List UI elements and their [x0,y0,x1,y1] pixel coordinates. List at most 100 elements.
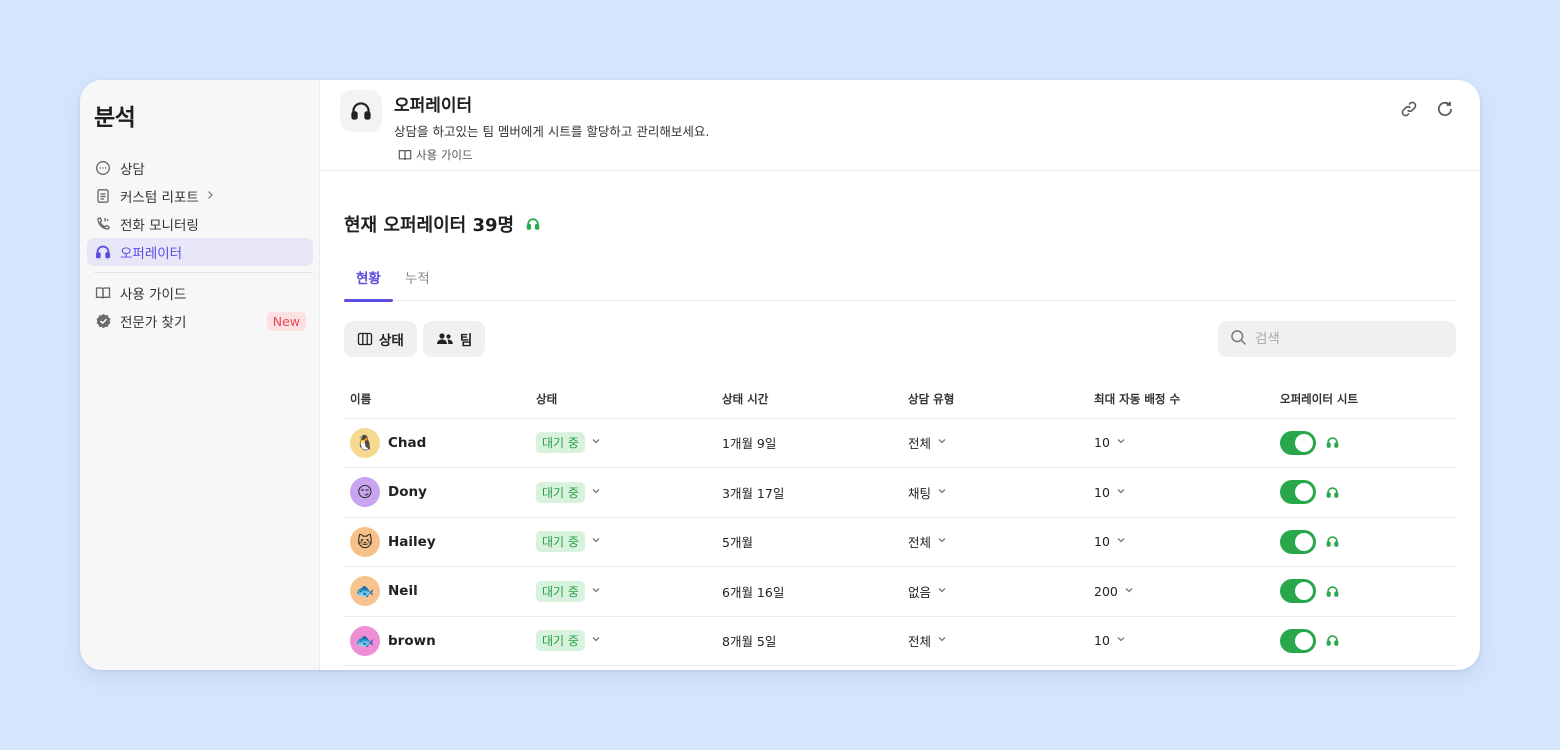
avatar: 🐟 [350,625,380,656]
status-badge: 대기 중 [536,481,585,503]
seat-toggle[interactable] [1280,430,1316,455]
status-dropdown[interactable]: 대기 중 [536,580,601,602]
max-assign-dropdown[interactable]: 10 [1094,485,1126,500]
app-window: 분석 상담 커스텀 리포트 전화 모니터링 오퍼레이터 사용 가이드 전문가 찾… [80,80,1480,670]
page-title: 오퍼레이터 [394,96,473,116]
sidebar-item-phone-monitoring[interactable]: 전화 모니터링 [87,210,313,238]
operator-name: Hailey [388,533,436,550]
consult-type-cell: 채팅 [902,467,1088,518]
refresh-icon[interactable] [1434,98,1456,120]
consult-type-dropdown[interactable]: 채팅 [908,483,947,502]
max-assign-dropdown[interactable]: 10 [1094,633,1126,648]
people-icon [436,331,454,347]
sidebar-divider [94,272,313,273]
seat-cell [1280,480,1450,505]
column-header-max-assign[interactable]: 최대 자동 배정 수 [1088,381,1274,419]
status-filter-button[interactable]: 상태 [344,321,417,357]
guide-link-label: 사용 가이드 [416,148,473,162]
verified-badge-icon [94,312,112,330]
seat-toggle[interactable] [1280,579,1316,604]
status-time-cell: 6개월 16일 [716,566,902,617]
header-actions [1398,98,1456,120]
chevron-down-icon [1116,634,1126,647]
columns-icon [357,331,373,347]
max-assign-dropdown[interactable]: 10 [1094,534,1126,549]
seat-toggle[interactable] [1280,480,1316,505]
guide-link[interactable]: 사용 가이드 [398,147,709,163]
table-row[interactable]: 🐟 Neil 대기 중 6개월 16일 없음 200 [344,566,1456,617]
page-header: 오퍼레이터 상담을 하고있는 팀 멤버에게 시트를 할당하고 관리해보세요. 사… [320,80,1480,171]
headset-icon [526,217,540,231]
headset-icon [94,243,112,261]
report-icon [94,187,112,205]
headset-icon [340,90,382,132]
tab-cumulative[interactable]: 누적 [393,266,442,301]
table-row[interactable]: 😏 Dony 대기 중 3개월 17일 채팅 10 [344,467,1456,518]
search-box[interactable] [1218,321,1456,357]
main-panel: 오퍼레이터 상담을 하고있는 팀 멤버에게 시트를 할당하고 관리해보세요. 사… [320,80,1480,670]
consult-type-cell: 없음 [902,566,1088,617]
table-row[interactable]: 🐟 brown 대기 중 8개월 5일 전체 10 [344,616,1456,666]
sidebar-item-consult[interactable]: 상담 [87,154,313,182]
seat-cell [1280,430,1450,455]
headset-icon [1326,535,1339,548]
toolbar: 상태 팀 [344,321,1456,357]
table-body: 🐧 Chad 대기 중 1개월 9일 전체 10 😏 Dony 대기 중 3개월… [344,418,1456,666]
name-cell: 🐱 Hailey [350,526,524,557]
chat-bubble-icon [94,159,112,177]
consult-type-dropdown[interactable]: 없음 [908,582,947,601]
seat-toggle[interactable] [1280,628,1316,653]
seat-cell [1280,628,1450,653]
max-assign-value: 10 [1094,534,1110,550]
sidebar: 분석 상담 커스텀 리포트 전화 모니터링 오퍼레이터 사용 가이드 전문가 찾… [80,80,320,670]
tab-current[interactable]: 현황 [344,266,393,302]
status-dropdown[interactable]: 대기 중 [536,481,601,503]
operator-count-label: 현재 오퍼레이터 39명 [344,215,515,236]
seat-cell-wrap [1274,467,1456,518]
column-header-name[interactable]: 이름 [344,381,530,419]
max-assign-dropdown[interactable]: 200 [1094,584,1134,599]
seat-cell-wrap [1274,616,1456,666]
status-time-cell: 3개월 17일 [716,467,902,518]
consult-type-dropdown[interactable]: 전체 [908,532,947,551]
max-assign-dropdown[interactable]: 10 [1094,435,1126,450]
consult-type-value: 전체 [908,634,932,650]
avatar: 😏 [350,477,380,508]
link-icon[interactable] [1398,98,1420,120]
headset-icon [1326,486,1339,499]
sidebar-item-guide[interactable]: 사용 가이드 [87,279,313,307]
sidebar-item-label: 전화 모니터링 [120,218,199,234]
sidebar-item-label: 커스텀 리포트 [120,190,199,206]
team-filter-button[interactable]: 팀 [422,321,486,357]
column-header-consult-type[interactable]: 상담 유형 [902,381,1088,419]
status-dropdown[interactable]: 대기 중 [536,531,601,553]
sidebar-item-custom-report[interactable]: 커스텀 리포트 [87,182,313,210]
book-icon [94,284,112,302]
seat-cell-wrap [1274,517,1456,567]
seat-cell-wrap [1274,418,1456,468]
chevron-down-icon [937,535,947,548]
status-dropdown[interactable]: 대기 중 [536,630,601,652]
consult-type-dropdown[interactable]: 전체 [908,433,947,452]
status-dropdown[interactable]: 대기 중 [536,432,601,454]
max-assign-value: 10 [1094,484,1110,500]
search-input[interactable] [1255,331,1435,347]
sidebar-item-label: 전문가 찾기 [120,315,187,331]
name-cell: 🐧 Chad [350,427,524,458]
sidebar-item-find-expert[interactable]: 전문가 찾기 New [87,307,313,335]
status-cell: 대기 중 [530,418,716,468]
name-cell-wrap: 🐟 brown [344,616,530,666]
seat-cell [1280,529,1450,554]
name-cell-wrap: 🐟 Neil [344,566,530,617]
table-row[interactable]: 🐧 Chad 대기 중 1개월 9일 전체 10 [344,418,1456,468]
seat-toggle[interactable] [1280,529,1316,554]
sidebar-item-operator[interactable]: 오퍼레이터 [87,238,313,266]
table-row[interactable]: 🐱 Hailey 대기 중 5개월 전체 10 [344,517,1456,567]
column-header-status[interactable]: 상태 [530,381,716,419]
name-cell: 🐟 Neil [350,576,524,607]
consult-type-dropdown[interactable]: 전체 [908,631,947,650]
column-header-status-time[interactable]: 상태 시간 [716,381,902,419]
max-assign-value: 200 [1094,583,1118,599]
tab-bar: 현황 누적 [344,266,1456,302]
column-header-operator-seat[interactable]: 오퍼레이터 시트 [1274,381,1456,419]
